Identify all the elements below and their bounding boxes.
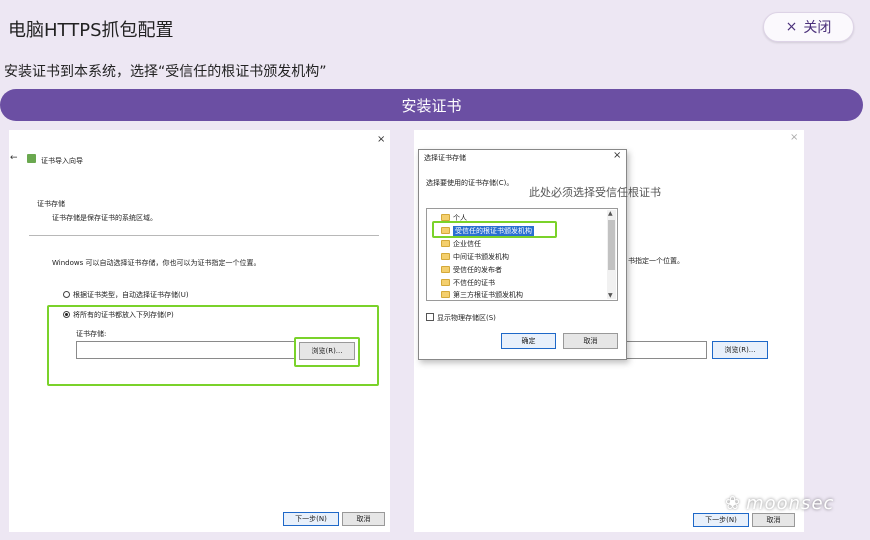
tree-item[interactable]: 第三方根证书颁发机构 [441,289,523,300]
wizard-title: 证书导入向导 [41,157,83,165]
show-physical-label: 显示物理存储区(S) [437,314,496,322]
annotation-text: 此处必须选择受信任根证书 [529,186,661,199]
dialog-title: 选择证书存储 [424,154,466,162]
browse-button[interactable]: 浏览(R)... [299,342,355,360]
ok-button[interactable]: 确定 [501,333,556,349]
store-label: 证书存储: [76,330,107,338]
watermark: ❀ moonsec [725,493,834,514]
show-physical-checkbox[interactable] [426,313,434,321]
next-button-2[interactable]: 下一步(N) [693,513,749,527]
wizard2-info-fragment: 书指定一个位置。 [628,257,684,265]
install-certificate-button[interactable]: 安装证书 [0,89,863,121]
browse-button-2[interactable]: 浏览(R)... [712,341,768,359]
radio-manual-label: 将所有的证书都放入下列存储(P) [73,311,174,319]
store-input-2[interactable] [626,341,707,359]
folder-icon [441,279,450,286]
dialog-close-icon[interactable]: × [613,150,621,161]
cancel-button-2[interactable]: 取消 [752,513,795,527]
dialog-prompt: 选择要使用的证书存储(C)。 [426,179,514,187]
tree-item[interactable]: 受信任的发布者 [441,264,502,275]
page-title: 电脑HTTPS抓包配置 [8,20,174,41]
next-button[interactable]: 下一步(N) [283,512,339,526]
close-button[interactable]: × 关闭 [763,12,854,42]
radio-manual[interactable] [63,311,70,318]
scroll-up-icon[interactable]: ▲ [608,210,613,217]
folder-icon [441,266,450,273]
scroll-thumb[interactable] [608,220,615,270]
highlight-trusted-root [432,221,557,238]
section-title: 证书存储 [37,200,65,208]
close-icon: × [785,19,798,35]
wizard2-close-icon: × [790,132,799,143]
tree-item[interactable]: 中间证书颁发机构 [441,251,509,262]
scroll-down-icon[interactable]: ▼ [608,292,613,299]
close-label: 关闭 [803,20,832,36]
folder-icon [441,240,450,247]
tree-item[interactable]: 企业信任 [441,238,481,249]
instruction-text: 安装证书到本系统，选择“受信任的根证书颁发机构” [4,64,327,80]
header: 电脑HTTPS抓包配置 × 关闭 [0,0,870,56]
back-arrow-icon: ← [10,153,18,163]
certificate-icon [27,154,36,163]
tree-item[interactable]: 不信任的证书 [441,277,495,288]
radio-auto-label: 根据证书类型，自动选择证书存储(U) [73,291,189,299]
folder-icon [441,291,450,298]
wechat-icon: ❀ [725,493,741,514]
tree-scrollbar[interactable]: ▲ ▼ [607,210,616,299]
folder-icon [441,214,450,221]
divider [29,235,379,236]
store-input[interactable] [76,341,296,359]
section-description: 证书存储是保存证书的系统区域。 [52,214,157,222]
wizard-close-icon: × [377,134,386,145]
wizard-info: Windows 可以自动选择证书存储，你也可以为证书指定一个位置。 [52,259,261,267]
folder-icon [441,253,450,260]
cancel-button[interactable]: 取消 [342,512,385,526]
radio-auto[interactable] [63,291,70,298]
watermark-text: moonsec [746,493,835,514]
dialog-cancel-button[interactable]: 取消 [563,333,618,349]
